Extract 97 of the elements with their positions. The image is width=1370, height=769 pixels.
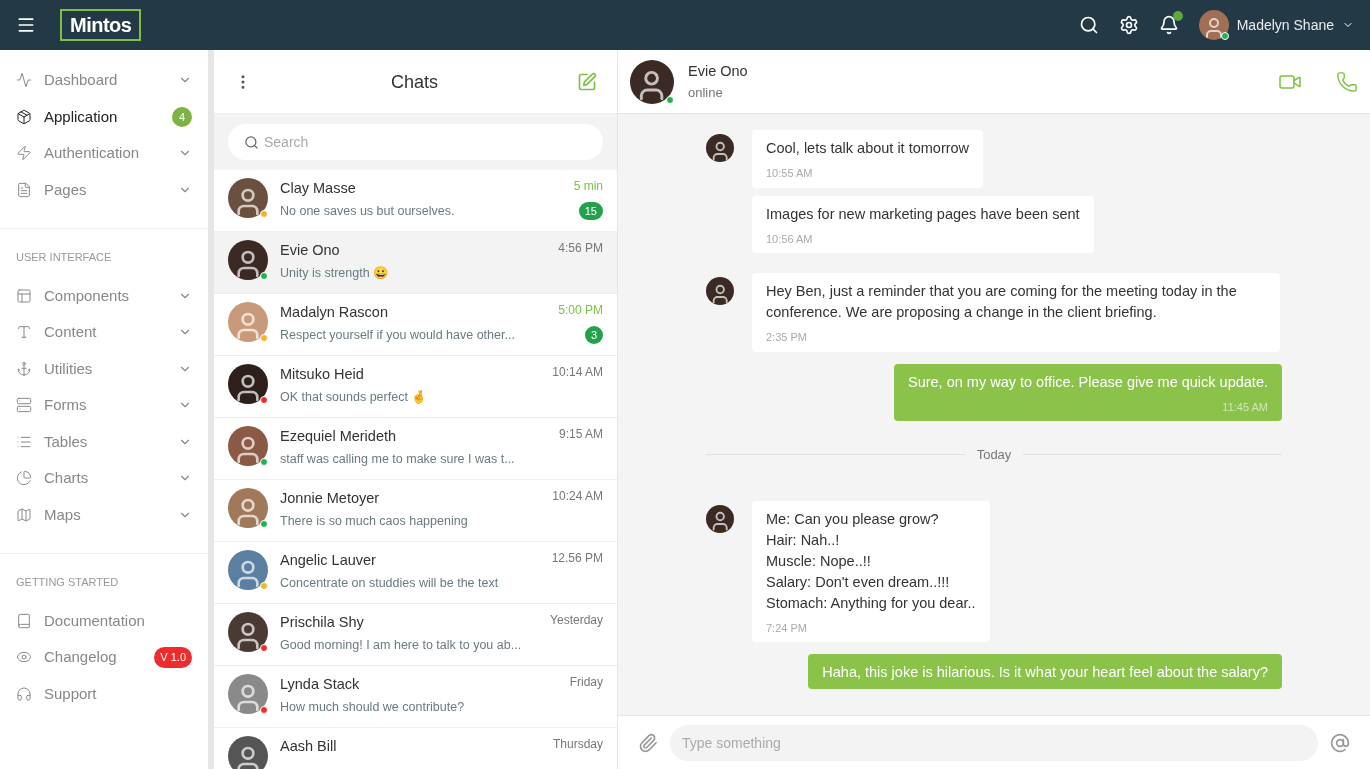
message-time: 4:56 PM <box>558 240 603 256</box>
sidebar-item[interactable]: Components <box>0 277 208 314</box>
search-icon <box>244 135 259 150</box>
nav-icon <box>16 470 32 487</box>
sidebar-item[interactable]: Application 4 <box>0 98 208 135</box>
message-input[interactable]: Type something <box>670 724 1318 761</box>
sidebar-item[interactable]: Changelog V 1.0 <box>0 639 208 676</box>
message-preview: OK that sounds perfect 🤞 <box>280 388 428 406</box>
settings-icon[interactable] <box>1118 15 1139 35</box>
message-bubble: Cool, lets talk about it tomorrow 10:55 AM <box>752 130 984 188</box>
contact-avatar <box>228 612 268 652</box>
nav-icon <box>16 685 32 702</box>
message-preview: Respect yourself if you would have other... <box>280 326 515 344</box>
mention-icon[interactable] <box>1330 732 1350 753</box>
message-time: Yesterday <box>550 612 603 628</box>
search-field[interactable]: Search <box>228 124 603 160</box>
contact-name: Lynda Stack <box>280 675 360 694</box>
search-icon[interactable] <box>1078 15 1099 35</box>
unread-badge: 3 <box>584 326 603 345</box>
contact-avatar <box>706 277 734 305</box>
section-heading: GETTING STARTED <box>15 575 120 590</box>
menu-button[interactable] <box>16 15 36 35</box>
message-preview: staff was calling me to make sure I was t... <box>280 450 515 468</box>
nav-icon <box>16 612 32 629</box>
contact-name: Mitsuko Heid <box>280 365 364 384</box>
sidebar-item[interactable]: Authentication <box>0 135 208 172</box>
nav-icon <box>16 287 32 304</box>
section-heading: USER INTERFACE <box>15 250 113 265</box>
nav-icon <box>16 181 32 198</box>
user-menu[interactable]: Madelyn Shane <box>1198 10 1354 40</box>
contact-name: Evie Ono <box>688 61 749 81</box>
sidebar-item[interactable]: Support <box>0 675 208 712</box>
message-time: 10:24 AM <box>552 488 603 504</box>
message-preview: Unity is strength 😀 <box>280 264 390 282</box>
contact-avatar <box>706 134 734 162</box>
message-time: 5 min <box>573 178 603 194</box>
logo[interactable]: Mintos <box>60 9 142 41</box>
contact-name: Evie Ono <box>280 241 340 260</box>
message-time: 9:15 AM <box>558 426 603 442</box>
contact-avatar <box>228 302 268 342</box>
contact-avatar <box>228 178 268 218</box>
message-time: 10:14 AM <box>552 364 603 380</box>
contact-avatar <box>228 550 268 590</box>
contact-avatar <box>630 59 674 104</box>
sidebar-item[interactable]: Content <box>0 314 208 351</box>
sidebar-item[interactable]: Documentation <box>0 602 208 639</box>
message-bubble: Images for new marketing pages have been sent 10:56 AM <box>752 195 1094 253</box>
contact-avatar <box>228 674 268 714</box>
nav-icon <box>16 324 32 341</box>
contact-avatar <box>228 736 268 769</box>
message-preview: Concentrate on studdies will be the text <box>280 574 499 592</box>
message-bubble: Hey Ben, just a reminder that you are coming for the meeting today in the conference. We are proposing a change in the client briefing. 2:35 PM <box>752 273 1280 352</box>
sidebar-item[interactable]: Forms <box>0 387 208 424</box>
contact-avatar <box>228 240 268 280</box>
contact-avatar <box>228 488 268 528</box>
sidebar-item[interactable]: Charts <box>0 460 208 497</box>
user-avatar <box>1198 10 1229 40</box>
message-preview: Good morning! I am here to talk to you ab... <box>280 636 522 654</box>
contact-name: Aash Bill <box>280 737 337 756</box>
sidebar-item[interactable]: Dashboard <box>0 62 208 99</box>
unread-badge: 15 <box>578 202 603 221</box>
sidebar-item[interactable]: Maps <box>0 496 208 533</box>
nav-icon <box>16 72 32 89</box>
attach-icon[interactable] <box>638 732 658 753</box>
message-time: Thursday <box>552 736 603 752</box>
contact-name: Clay Masse <box>280 179 356 198</box>
contact-status: online <box>688 83 724 102</box>
message-time: 12.56 PM <box>551 550 603 566</box>
nav-icon <box>16 145 32 162</box>
nav-icon <box>16 360 32 377</box>
nav-icon <box>16 397 32 414</box>
sidebar-item[interactable]: Tables <box>0 423 208 460</box>
count-badge: 4 <box>172 106 192 127</box>
count-badge: V 1.0 <box>154 647 192 668</box>
contact-avatar <box>228 426 268 466</box>
message-bubble: Sure, on my way to office. Please give me quick update. 11:45 AM <box>894 363 1282 421</box>
contact-name: Prischila Shy <box>280 613 364 632</box>
contact-name: Jonnie Metoyer <box>280 489 380 508</box>
contact-name: Madalyn Rascon <box>280 303 388 322</box>
message-bubble: Me: Can you please grow? Hair: Nah..! Muscle: Nope..!! Salary: Don't even dream..!!! Stomach: Anything for you dear.. 7:24 PM <box>752 500 990 642</box>
nav-icon <box>16 506 32 523</box>
message-time: 5:00 PM <box>558 302 603 318</box>
contact-name: Ezequiel Merideth <box>280 427 397 446</box>
message-preview: There is so much caos happening <box>280 512 468 530</box>
date-divider: Today <box>976 446 1012 464</box>
nav-icon <box>16 108 32 125</box>
message-preview: No one saves us but ourselves. <box>280 202 455 220</box>
chat-item[interactable]: Evie Ono 4:56 PM Unity is strength 😀 <box>214 232 617 294</box>
message-preview: How much should we contribute? <box>280 698 465 716</box>
sidebar-item[interactable]: Pages <box>0 171 208 208</box>
sidebar-item[interactable]: Utilities <box>0 350 208 387</box>
message-bubble: Haha, this joke is hilarious. Is it what your heart feel about the salary? <box>808 654 1282 689</box>
contact-avatar <box>706 504 734 533</box>
panel-title: Chats <box>390 70 439 94</box>
contact-avatar <box>228 364 268 404</box>
contact-name: Angelic Lauver <box>280 551 376 570</box>
message-time: Friday <box>569 674 603 690</box>
